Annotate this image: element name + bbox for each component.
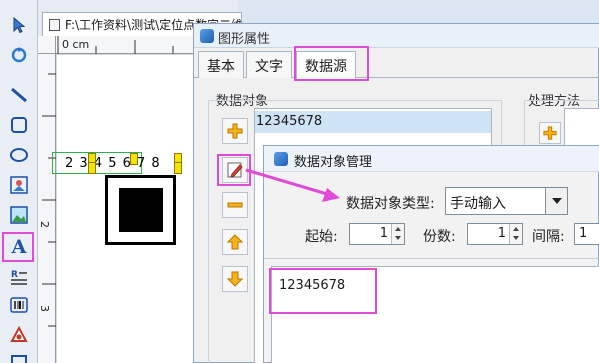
selection-handle[interactable] [88,162,96,174]
copies-stepper[interactable]: 1 [467,223,523,245]
rotate-tool-icon[interactable] [6,42,32,68]
edit-data-object-button[interactable] [222,157,248,183]
ruler-mark-2: 2 [38,221,51,228]
rectangle-tool-icon[interactable] [6,112,32,138]
tab-basic[interactable]: 基本 [198,51,244,78]
interval-stepper[interactable]: 1 [574,223,599,245]
copies-stepper-arrows[interactable] [509,224,522,244]
move-up-button[interactable] [222,229,248,255]
ellipse-tool-icon[interactable] [6,142,32,168]
selection-handle[interactable] [174,162,182,174]
divider [264,258,599,259]
tool-palette: A R [0,0,38,363]
more-tool-icon[interactable] [6,350,32,363]
line-tool-icon[interactable] [6,82,32,108]
ruler-unit-label: 0 cm [62,38,90,51]
tab-text[interactable]: 文字 [246,51,292,78]
add-processing-button[interactable] [539,122,561,144]
selection-handle[interactable] [130,153,138,165]
start-stepper[interactable]: 1 [349,223,405,245]
polygon-tool-icon[interactable] [6,322,32,348]
document-icon [49,19,60,31]
chevron-down-icon[interactable] [545,188,567,214]
start-label: 起始: [305,229,338,245]
dialog-title: 图形属性 [218,32,271,47]
data-object-type-value: 手动输入 [450,196,506,212]
interval-label: 间隔: [532,229,565,245]
qr-position-marker-center [119,188,163,232]
rich-text-tool-icon[interactable]: R [6,264,32,290]
interval-value: 1 [579,226,588,241]
picture-tool-icon[interactable] [6,202,32,228]
ruler-mark-3: 3 [38,305,51,312]
data-object-manager-dialog: 数据对象管理 数据对象类型: 手动输入 起始: 1 份数: 1 间隔: 1 12… [263,145,599,363]
data-object-type-label: 数据对象类型: [346,196,435,212]
data-source-tab-highlight [294,46,369,81]
image-tool-icon[interactable] [6,172,32,198]
copies-value: 1 [497,226,506,241]
svg-text:R: R [11,270,18,280]
start-stepper-arrows[interactable] [391,224,404,244]
copies-label: 份数: [423,229,456,245]
data-object-type-select[interactable]: 手动输入 [445,187,568,215]
text-tool-icon[interactable]: A [6,234,32,260]
pointer-tool-icon[interactable] [6,12,32,38]
barcode-text: 2 3 4 5 6 7 8 [65,156,161,171]
dialog-titlebar: 图形属性 [194,24,599,48]
sub-dialog-titlebar: 数据对象管理 [264,146,599,172]
content-highlight [269,268,377,314]
vertical-ruler: 2 3 [38,54,56,363]
add-data-object-button[interactable] [222,118,248,144]
start-value: 1 [379,226,388,241]
app-icon [274,152,288,166]
list-item[interactable]: 12345678 [255,111,491,133]
ruler-corner [38,36,56,54]
dialog-tabs: 基本 文字 数据源 [194,48,599,79]
app-icon [200,29,214,43]
remove-data-object-button[interactable] [222,192,248,218]
barcode-tool-icon[interactable] [6,292,32,318]
sub-dialog-title: 数据对象管理 [294,155,373,170]
move-down-button[interactable] [222,266,248,292]
